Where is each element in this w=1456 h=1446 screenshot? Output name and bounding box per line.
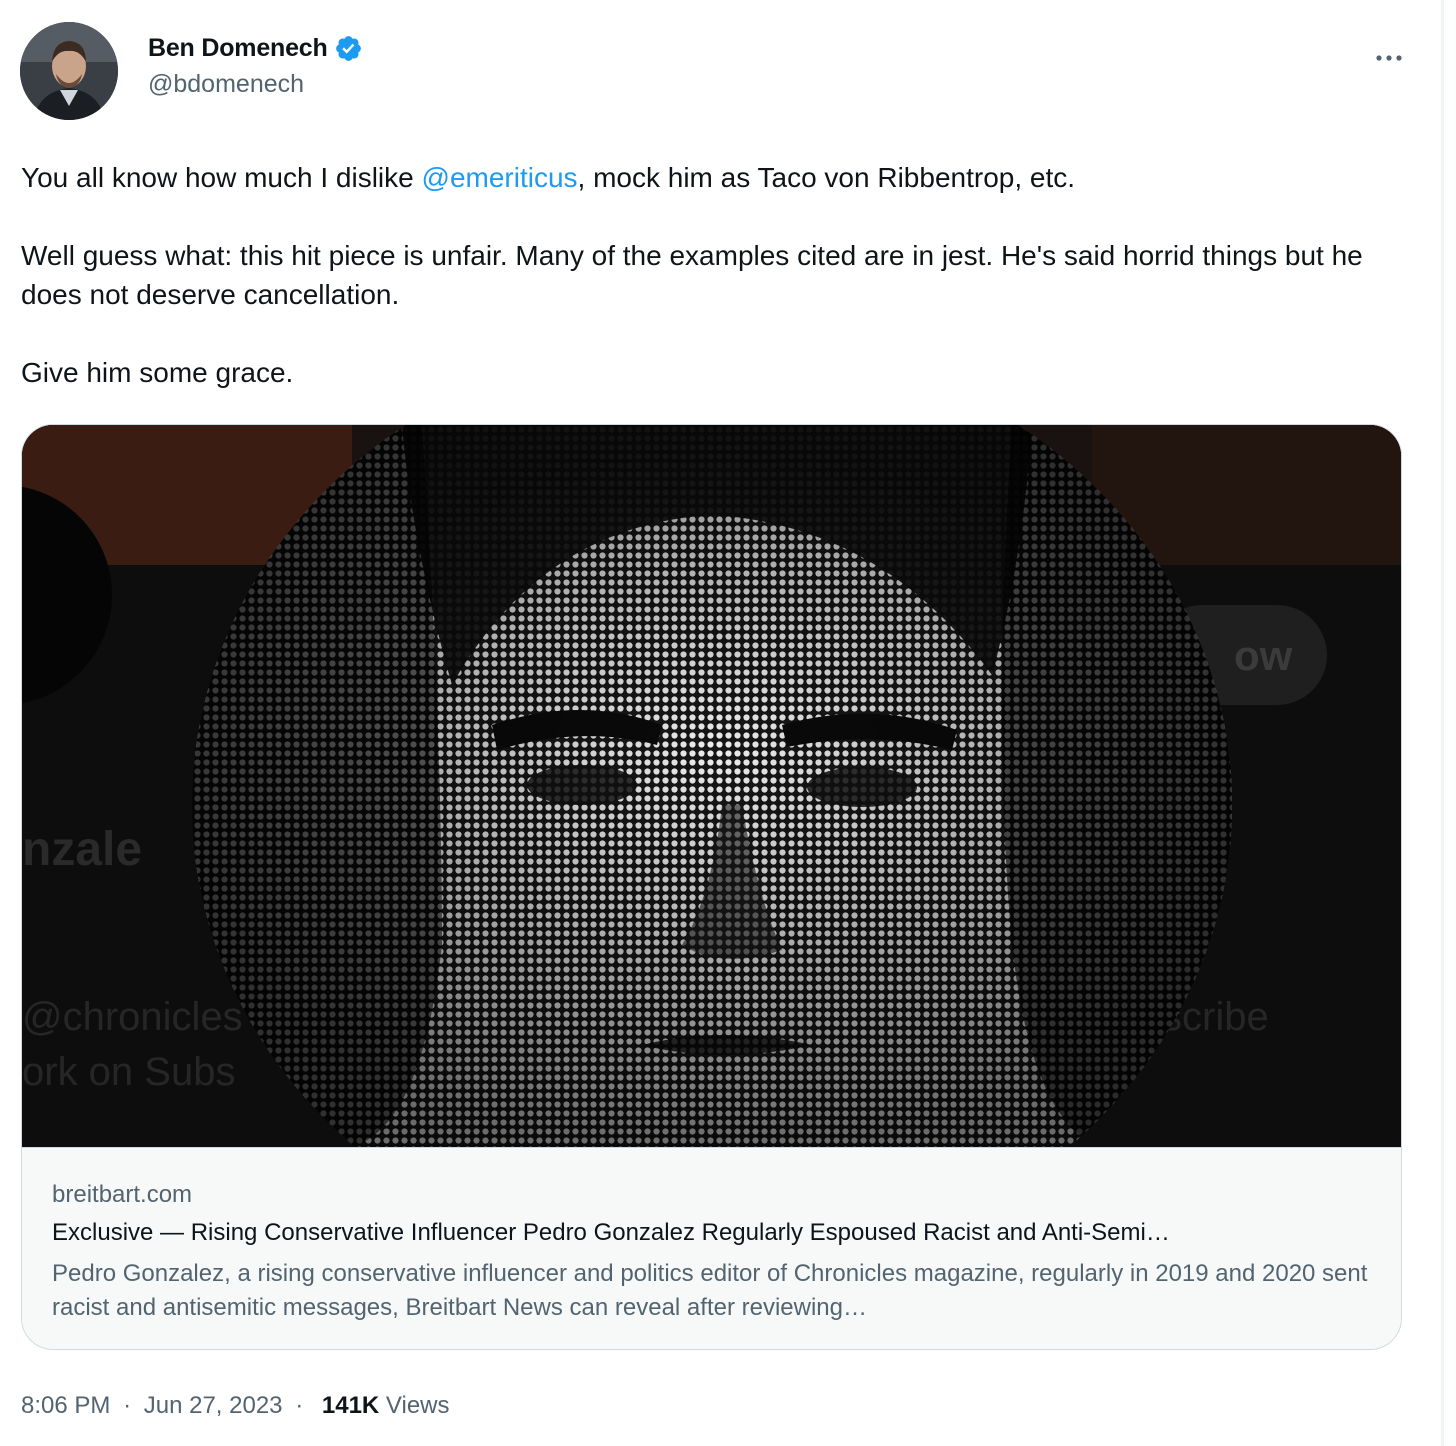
tweet-paragraph-2: Well guess what: this hit piece is unfai… xyxy=(21,240,1363,310)
views-count[interactable]: 141K xyxy=(322,1392,379,1419)
bg-name-text: nzale xyxy=(22,823,142,876)
more-options-icon[interactable] xyxy=(1372,44,1406,72)
tweet-meta: 8:06 PM · Jun 27, 2023 · 141K Views xyxy=(21,1392,450,1420)
bg-work-text: ork on Subs xyxy=(22,1050,235,1094)
link-preview-card[interactable]: ow nzale @chronicles ork on Subs scribe xyxy=(21,424,1402,1350)
timeline-border xyxy=(1441,0,1444,1446)
author-display-name[interactable]: Ben Domenech xyxy=(148,34,328,63)
tweet-text-segment: , mock him as Taco von Ribbentrop, etc. xyxy=(577,162,1076,193)
meta-separator: · xyxy=(123,1392,132,1419)
tweet-paragraph-3: Give him some grace. xyxy=(21,357,294,388)
bg-handle-text: @chronicles xyxy=(22,995,243,1039)
avatar-photo xyxy=(20,22,118,120)
tweet-paragraph-1: You all know how much I dislike @emeriti… xyxy=(21,158,1401,197)
author-handle[interactable]: @bdomenech xyxy=(148,70,304,99)
author-name-row[interactable]: Ben Domenech xyxy=(148,34,363,63)
bg-follow-text: ow xyxy=(1234,632,1293,679)
portrait-halftone xyxy=(192,425,1232,1147)
card-description: Pedro Gonzalez, a rising conservative in… xyxy=(52,1260,1368,1321)
meta-separator: · xyxy=(295,1392,304,1419)
tweet-text-segment: You all know how much I dislike xyxy=(21,162,422,193)
views-label[interactable]: Views xyxy=(386,1392,450,1419)
card-title: Exclusive — Rising Conservative Influenc… xyxy=(52,1219,1170,1246)
card-footer[interactable]: breitbart.com Exclusive — Rising Conserv… xyxy=(22,1147,1401,1349)
verified-badge-icon[interactable] xyxy=(334,34,363,63)
tweet-text: You all know how much I dislike @emeriti… xyxy=(21,158,1401,392)
tweet-time[interactable]: 8:06 PM xyxy=(21,1392,110,1419)
card-domain: breitbart.com xyxy=(52,1181,193,1208)
mention-link[interactable]: @emeriticus xyxy=(422,162,578,193)
author-avatar[interactable] xyxy=(20,22,118,120)
card-image[interactable]: ow nzale @chronicles ork on Subs scribe xyxy=(22,425,1401,1147)
tweet-date[interactable]: Jun 27, 2023 xyxy=(144,1392,283,1419)
